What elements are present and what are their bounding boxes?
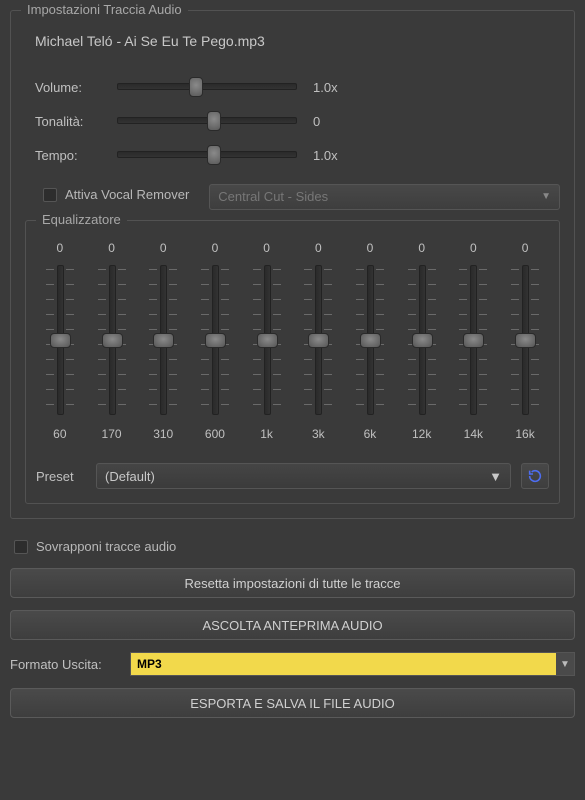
vocal-mode-value: Central Cut - Sides — [218, 189, 328, 204]
eq-band-slider[interactable] — [456, 265, 490, 415]
format-label: Formato Uscita: — [10, 657, 120, 672]
volume-label: Volume: — [35, 80, 117, 95]
preset-row: Preset (Default) ▼ — [36, 463, 549, 489]
format-dropdown[interactable]: MP3 ▼ — [130, 652, 575, 676]
tempo-value: 1.0x — [313, 148, 363, 163]
chevron-down-icon: ▼ — [556, 653, 574, 675]
overlap-label: Sovrapponi tracce audio — [36, 539, 176, 554]
eq-band: 0 16k — [502, 241, 548, 441]
pitch-row: Tonalità: 0 — [25, 113, 560, 129]
eq-band: 0 310 — [140, 241, 186, 441]
refresh-icon — [527, 468, 543, 484]
vocal-remover-checkbox[interactable] — [43, 188, 57, 202]
output-format-row: Formato Uscita: MP3 ▼ — [10, 652, 575, 676]
eq-band: 0 6k — [347, 241, 393, 441]
volume-value: 1.0x — [313, 80, 363, 95]
audio-track-settings-panel: Impostazioni Traccia Audio Michael Teló … — [10, 10, 575, 519]
eq-band-slider[interactable] — [43, 265, 77, 415]
eq-band-value: 0 — [108, 241, 115, 255]
eq-band-freq: 3k — [312, 427, 325, 441]
eq-band-freq: 1k — [260, 427, 273, 441]
pitch-label: Tonalità: — [35, 114, 117, 129]
pitch-value: 0 — [313, 114, 363, 129]
export-button[interactable]: ESPORTA E SALVA IL FILE AUDIO — [10, 688, 575, 718]
preview-audio-button[interactable]: ASCOLTA ANTEPRIMA AUDIO — [10, 610, 575, 640]
eq-band-value: 0 — [57, 241, 64, 255]
overlap-checkbox[interactable] — [14, 540, 28, 554]
eq-band-slider[interactable] — [95, 265, 129, 415]
tempo-label: Tempo: — [35, 148, 117, 163]
eq-band-slider[interactable] — [146, 265, 180, 415]
eq-band: 0 12k — [399, 241, 445, 441]
eq-band-freq: 16k — [515, 427, 534, 441]
chevron-down-icon: ▼ — [541, 191, 551, 202]
preset-value: (Default) — [105, 469, 155, 484]
eq-band-freq: 170 — [102, 427, 122, 441]
format-value: MP3 — [137, 657, 162, 671]
eq-band-value: 0 — [367, 241, 374, 255]
eq-band: 0 14k — [450, 241, 496, 441]
eq-band-slider[interactable] — [198, 265, 232, 415]
tempo-slider[interactable] — [117, 147, 297, 163]
equalizer-bands: 06001700310060001k03k06k012k014k016k — [36, 241, 549, 441]
eq-band-freq: 12k — [412, 427, 431, 441]
eq-band-freq: 310 — [153, 427, 173, 441]
vocal-remover-row: Attiva Vocal Remover Central Cut - Sides… — [25, 181, 560, 212]
reset-all-button[interactable]: Resetta impostazioni di tutte le tracce — [10, 568, 575, 598]
vocal-remover-label: Attiva Vocal Remover — [65, 187, 189, 202]
eq-band-slider[interactable] — [353, 265, 387, 415]
eq-band: 0 170 — [89, 241, 135, 441]
vocal-mode-dropdown[interactable]: Central Cut - Sides ▼ — [209, 184, 560, 210]
equalizer-title: Equalizzatore — [36, 212, 127, 227]
preset-reset-button[interactable] — [521, 463, 549, 489]
eq-band-value: 0 — [315, 241, 322, 255]
preset-dropdown[interactable]: (Default) ▼ — [96, 463, 511, 489]
eq-band-freq: 60 — [53, 427, 66, 441]
eq-band-freq: 600 — [205, 427, 225, 441]
eq-band: 0 1k — [244, 241, 290, 441]
eq-band: 0 60 — [37, 241, 83, 441]
pitch-slider[interactable] — [117, 113, 297, 129]
eq-band-slider[interactable] — [508, 265, 542, 415]
eq-band-value: 0 — [522, 241, 529, 255]
volume-row: Volume: 1.0x — [25, 79, 560, 95]
eq-band: 0 600 — [192, 241, 238, 441]
eq-band: 0 3k — [295, 241, 341, 441]
eq-band-value: 0 — [160, 241, 167, 255]
panel-title: Impostazioni Traccia Audio — [21, 2, 188, 17]
eq-band-value: 0 — [263, 241, 270, 255]
preset-label: Preset — [36, 469, 86, 484]
eq-band-freq: 14k — [464, 427, 483, 441]
track-filename: Michael Teló - Ai Se Eu Te Pego.mp3 — [35, 33, 560, 49]
tempo-row: Tempo: 1.0x — [25, 147, 560, 163]
chevron-down-icon: ▼ — [489, 469, 502, 484]
eq-band-value: 0 — [212, 241, 219, 255]
eq-band-freq: 6k — [364, 427, 377, 441]
volume-slider[interactable] — [117, 79, 297, 95]
eq-band-slider[interactable] — [405, 265, 439, 415]
equalizer-panel: Equalizzatore 06001700310060001k03k06k01… — [25, 220, 560, 504]
eq-band-value: 0 — [470, 241, 477, 255]
eq-band-value: 0 — [418, 241, 425, 255]
eq-band-slider[interactable] — [250, 265, 284, 415]
eq-band-slider[interactable] — [301, 265, 335, 415]
overlap-row: Sovrapponi tracce audio — [14, 539, 575, 554]
